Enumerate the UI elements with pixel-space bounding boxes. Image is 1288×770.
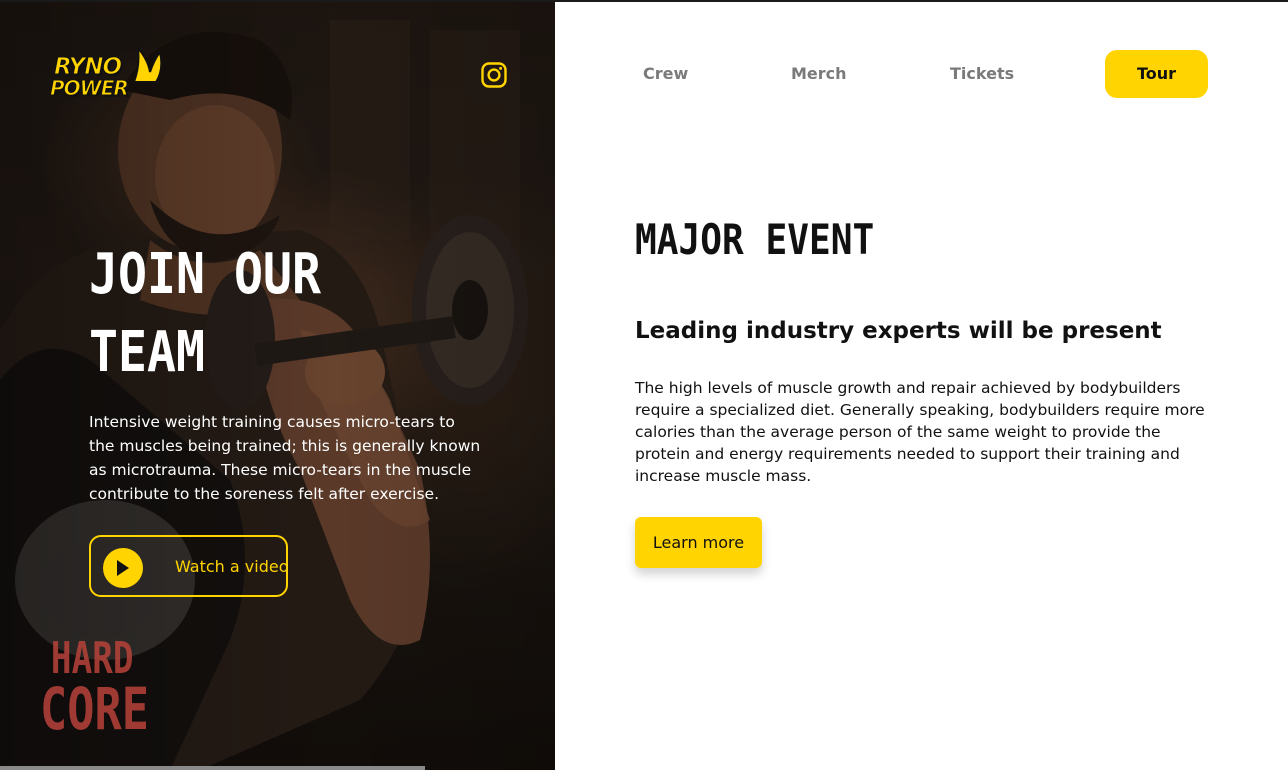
- section-title: MAJOR EVENT: [635, 215, 875, 264]
- nav-item-crew[interactable]: Crew: [643, 64, 688, 83]
- rhino-horn-icon: [132, 46, 163, 83]
- hero-title-line2: TEAM: [89, 320, 205, 385]
- nav-item-merch[interactable]: Merch: [791, 64, 847, 83]
- hero-description: Intensive weight training causes micro-t…: [89, 413, 481, 503]
- shirt-print-line2: CORE: [40, 675, 149, 743]
- top-navigation: Crew Merch Tickets Tour: [555, 0, 1288, 140]
- play-button[interactable]: [103, 548, 143, 588]
- hero-title-line1: JOIN OUR: [89, 242, 321, 307]
- section-subtitle: Leading industry experts will be present: [635, 318, 1162, 344]
- play-icon: [117, 560, 129, 576]
- shirt-print: HARD CORE: [40, 634, 149, 743]
- instagram-icon[interactable]: [481, 62, 507, 88]
- logo-word-power: POWER: [50, 76, 130, 100]
- hero-title: JOIN OUR TEAM: [89, 236, 399, 392]
- page: HARD CORE RYNO POWER JOIN OUR TEAM Inten…: [0, 0, 1288, 770]
- section-body-text: The high levels of muscle growth and rep…: [635, 379, 1205, 485]
- top-border: [0, 0, 1288, 2]
- horizontal-scrollbar[interactable]: [0, 766, 425, 770]
- watch-video-button[interactable]: Watch a video: [89, 535, 289, 597]
- hero-section: HARD CORE RYNO POWER JOIN OUR TEAM Inten…: [0, 0, 555, 770]
- brand-logo[interactable]: RYNO POWER: [50, 46, 164, 102]
- learn-more-button[interactable]: Learn more: [635, 517, 762, 568]
- nav-item-tickets[interactable]: Tickets: [950, 64, 1014, 83]
- nav-item-tour-button[interactable]: Tour: [1105, 50, 1208, 98]
- watch-video-label: Watch a video: [175, 557, 289, 576]
